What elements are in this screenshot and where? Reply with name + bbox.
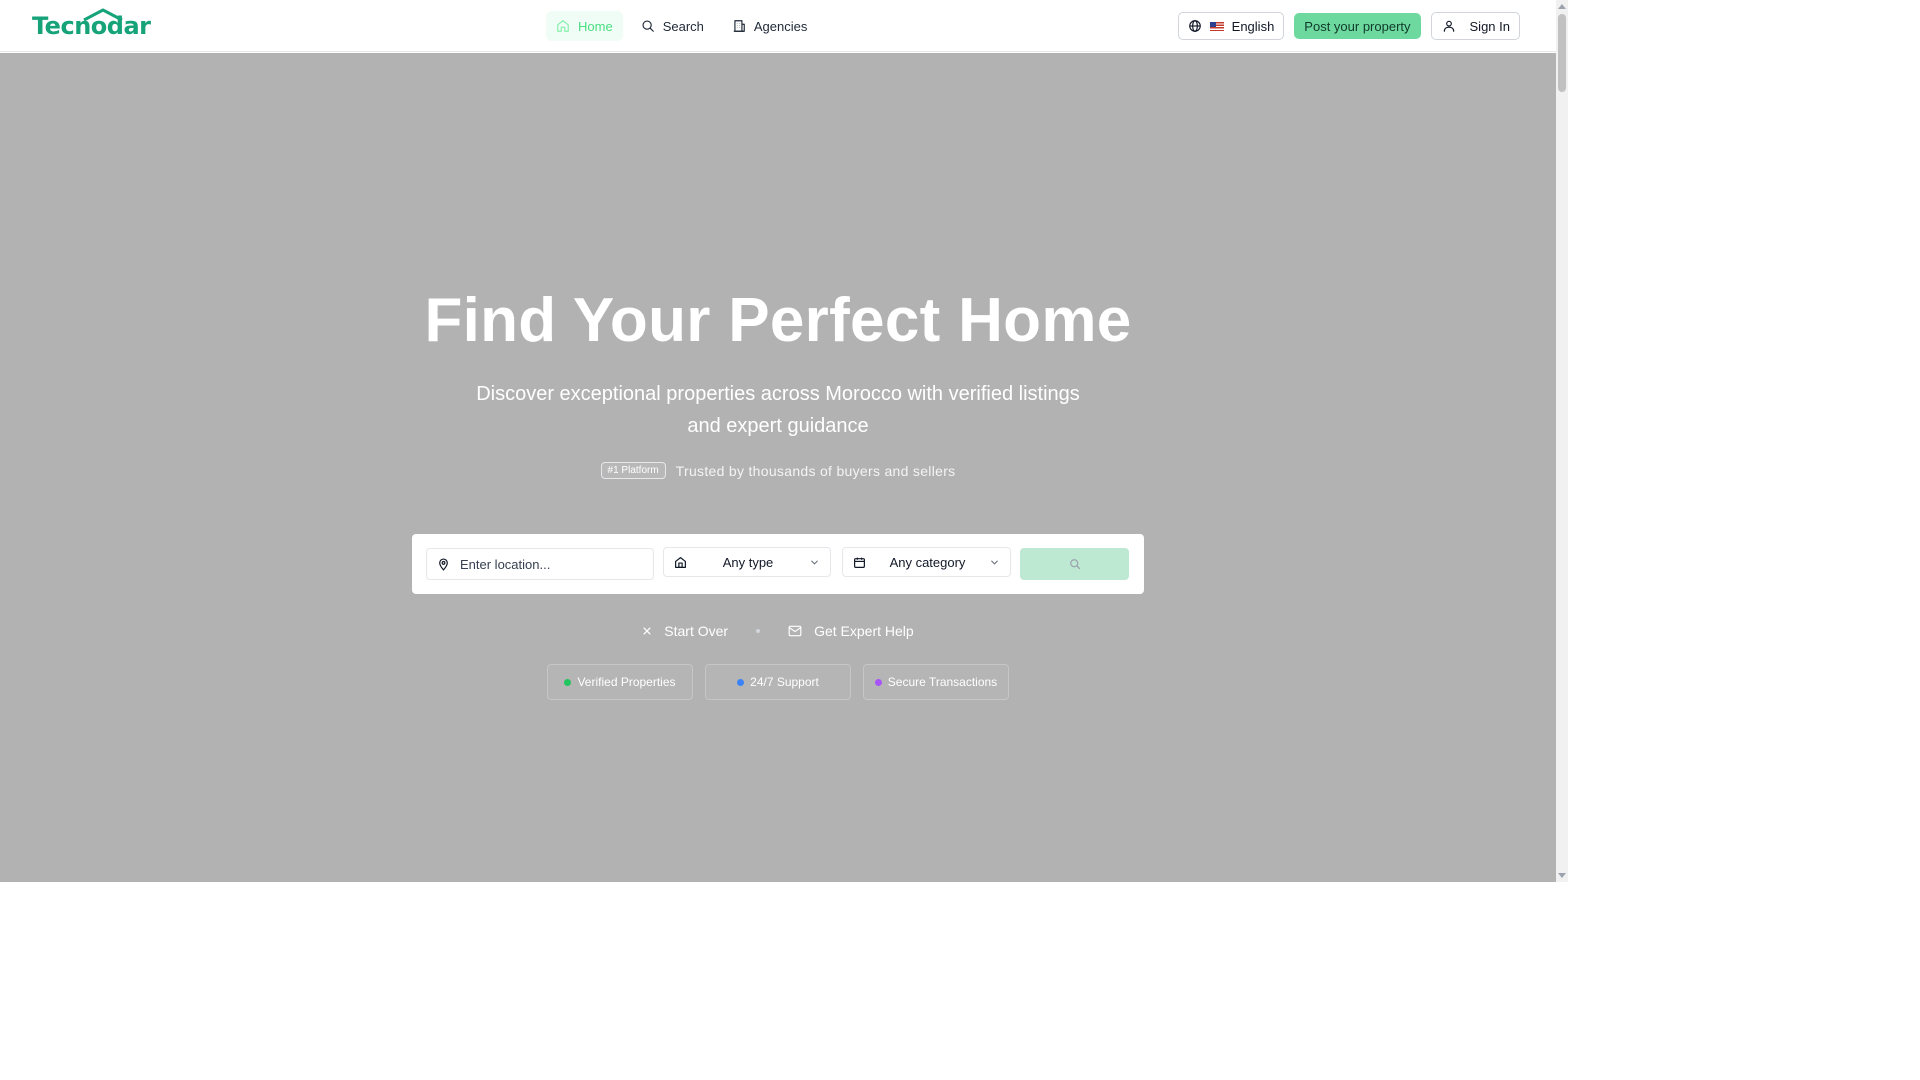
roof-icon xyxy=(83,8,123,22)
scroll-up-arrow-icon[interactable] xyxy=(1558,4,1566,9)
feature-support-label: 24/7 Support xyxy=(750,675,819,689)
platform-badge: #1 Platform xyxy=(600,462,666,479)
language-label: English xyxy=(1231,18,1275,34)
category-select[interactable]: Any category xyxy=(842,547,1011,577)
nav-home[interactable]: Home xyxy=(546,11,623,41)
post-property-button[interactable]: Post your property xyxy=(1294,13,1421,39)
user-icon xyxy=(1443,20,1454,32)
purple-dot-icon xyxy=(874,678,882,686)
sign-in-label: Sign In xyxy=(1469,18,1510,34)
feature-secure: Secure Transactions xyxy=(863,664,1009,700)
close-icon xyxy=(643,627,651,635)
map-pin-icon xyxy=(439,557,448,571)
home-icon xyxy=(557,20,569,32)
hero-subtitle: Discover exceptional properties across M… xyxy=(476,383,1080,437)
search-icon xyxy=(642,20,654,32)
page-scrollbar[interactable] xyxy=(1556,0,1568,882)
us-flag-icon xyxy=(1209,21,1224,31)
scroll-down-arrow-icon[interactable] xyxy=(1558,873,1566,878)
main-nav: Home Search Agencies xyxy=(546,11,817,41)
category-value: Any category xyxy=(889,554,966,570)
trust-row: #1 Platform Trusted by thousands of buye… xyxy=(0,462,1556,479)
feature-secure-label: Secure Transactions xyxy=(887,675,998,689)
secondary-links: Start Over Get Expert Help xyxy=(0,623,1556,639)
feature-support: 24/7 Support xyxy=(705,664,851,700)
building-icon xyxy=(733,20,745,32)
calendar-icon xyxy=(854,557,865,568)
search-panel: Any type Any category xyxy=(412,534,1144,594)
search-icon xyxy=(1069,559,1080,570)
top-header: Tecnodar Home Search Agencies English Po… xyxy=(0,0,1556,52)
nav-search-label: Search xyxy=(662,18,704,34)
property-type-value: Any type xyxy=(722,554,774,570)
expert-help-label: Get Expert Help xyxy=(814,623,914,639)
location-field[interactable] xyxy=(426,548,654,580)
nav-home-label: Home xyxy=(578,18,613,34)
property-type-select[interactable]: Any type xyxy=(663,547,831,577)
start-over-label: Start Over xyxy=(664,623,729,639)
chevron-down-icon xyxy=(811,560,818,565)
logo[interactable]: Tecnodar xyxy=(32,8,151,40)
separator-dot xyxy=(756,629,761,633)
location-input[interactable] xyxy=(460,556,640,572)
home-icon xyxy=(675,556,686,568)
hero-section: Find Your Perfect Home Discover exceptio… xyxy=(0,53,1556,882)
sign-in-button[interactable]: Sign In xyxy=(1430,12,1520,40)
nav-agencies-label: Agencies xyxy=(753,18,808,34)
mail-icon xyxy=(788,625,802,637)
globe-icon xyxy=(1188,20,1201,32)
start-over-link[interactable]: Start Over xyxy=(642,623,728,639)
header-actions: English Post your property Sign In xyxy=(1177,12,1520,40)
feature-verified: Verified Properties xyxy=(547,664,693,700)
feature-verified-label: Verified Properties xyxy=(577,675,676,689)
nav-search[interactable]: Search xyxy=(631,11,714,41)
expert-help-link[interactable]: Get Expert Help xyxy=(788,623,914,639)
trust-text: Trusted by thousands of buyers and selle… xyxy=(675,462,956,479)
search-button[interactable] xyxy=(1020,548,1129,580)
scroll-thumb[interactable] xyxy=(1558,14,1566,92)
feature-badges: Verified Properties 24/7 Support Secure … xyxy=(547,664,1009,700)
hero-title: Find Your Perfect Home xyxy=(424,286,1132,355)
nav-agencies[interactable]: Agencies xyxy=(722,11,817,41)
green-dot-icon xyxy=(564,678,572,686)
chevron-down-icon xyxy=(991,560,998,565)
language-selector[interactable]: English xyxy=(1177,12,1285,40)
blue-dot-icon xyxy=(737,678,745,686)
